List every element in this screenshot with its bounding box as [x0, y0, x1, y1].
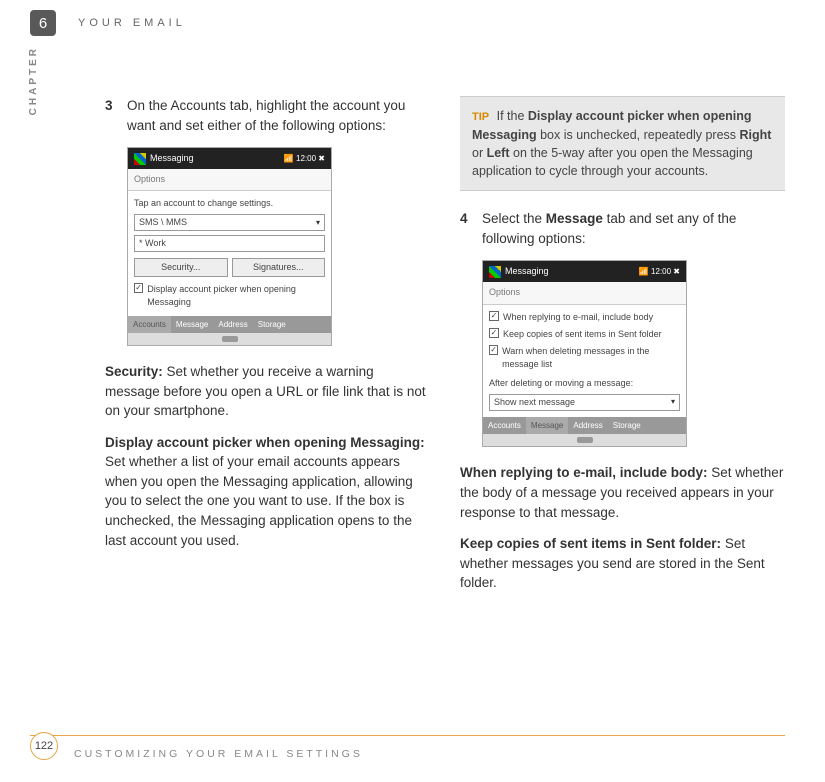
- chapter-vertical-label: CHAPTER: [28, 46, 39, 115]
- mock-bottom-bar: [483, 434, 686, 446]
- mock-after-label: After deleting or moving a message:: [489, 377, 680, 390]
- mock-title: Messaging: [505, 265, 549, 278]
- mock-bottom-bar: [128, 333, 331, 345]
- mock-titlebar: Messaging 📶 12:00 ✖: [483, 261, 686, 282]
- step-body: On the Accounts tab, highlight the accou…: [127, 96, 430, 135]
- mock-signatures-button: Signatures...: [232, 258, 326, 277]
- mock-account-2-row: * Work: [134, 235, 325, 252]
- step4-pre: Select the: [482, 211, 546, 226]
- display-picker-text: Set whether a list of your email account…: [105, 454, 413, 547]
- mock-tab-accounts: Accounts: [483, 417, 526, 435]
- mock-checkbox: ✓: [489, 328, 499, 338]
- mock-account-1: SMS \ MMS: [139, 216, 187, 229]
- mock-tab-address: Address: [568, 417, 607, 435]
- display-picker-paragraph: Display account picker when opening Mess…: [105, 433, 430, 550]
- mock-select-value: Show next message: [494, 396, 575, 409]
- reply-label: When replying to e-mail, include body:: [460, 465, 708, 480]
- dropdown-arrow-icon: ▾: [316, 217, 320, 229]
- content-area: 3 On the Accounts tab, highlight the acc…: [105, 96, 785, 702]
- mock-options-label: Options: [483, 282, 686, 304]
- step-body: Select the Message tab and set any of th…: [482, 209, 785, 248]
- keep-copies-label: Keep copies of sent items in Sent folder…: [460, 536, 721, 551]
- screenshot-message-options: Messaging 📶 12:00 ✖ Options ✓ When replyi…: [482, 260, 687, 447]
- mock-tab-message: Message: [526, 417, 568, 435]
- mock-tab-accounts: Accounts: [128, 316, 171, 334]
- screenshot-accounts-options: Messaging 📶 12:00 ✖ Options Tap an accou…: [127, 147, 332, 346]
- page-header: 6 YOUR EMAIL: [0, 8, 825, 38]
- mock-title: Messaging: [150, 152, 194, 165]
- step-4: 4 Select the Message tab and set any of …: [460, 209, 785, 248]
- security-paragraph: Security: Set whether you receive a warn…: [105, 362, 430, 421]
- keep-copies-paragraph: Keep copies of sent items in Sent folder…: [460, 534, 785, 593]
- mock-chk2: Keep copies of sent items in Sent folder: [503, 328, 662, 341]
- mock-status-icons: 📶 12:00 ✖: [639, 266, 680, 278]
- tip-mid-2: or: [472, 146, 487, 160]
- mock-tab-storage: Storage: [608, 417, 646, 435]
- windows-logo-icon: [489, 266, 501, 278]
- reply-paragraph: When replying to e-mail, include body: S…: [460, 463, 785, 522]
- mock-security-button: Security...: [134, 258, 228, 277]
- mock-checkbox: ✓: [134, 283, 143, 293]
- tip-post: on the 5-way after you open the Messagin…: [472, 146, 753, 178]
- tip-text-pre: If the: [493, 109, 528, 123]
- display-picker-label: Display account picker when opening Mess…: [105, 435, 425, 450]
- header-title: YOUR EMAIL: [78, 17, 186, 29]
- mock-after-select: Show next message ▾: [489, 394, 680, 411]
- mock-checkbox: ✓: [489, 345, 498, 355]
- windows-logo-icon: [134, 153, 146, 165]
- right-column: TIP If the Display account picker when o…: [460, 96, 785, 702]
- dropdown-arrow-icon: ▾: [671, 396, 675, 408]
- mock-instruction: Tap an account to change settings.: [134, 197, 325, 210]
- mock-tab-address: Address: [213, 316, 252, 334]
- footer-title: CUSTOMIZING YOUR EMAIL SETTINGS: [74, 748, 363, 760]
- step4-bold: Message: [546, 211, 603, 226]
- page-number: 122: [30, 732, 58, 760]
- tip-bold-3: Left: [487, 146, 510, 160]
- step-3: 3 On the Accounts tab, highlight the acc…: [105, 96, 430, 135]
- left-column: 3 On the Accounts tab, highlight the acc…: [105, 96, 430, 702]
- step-number: 3: [105, 96, 115, 135]
- mock-account-select: SMS \ MMS ▾: [134, 214, 325, 231]
- mock-chk1: When replying to e-mail, include body: [503, 311, 653, 324]
- mock-options-label: Options: [128, 169, 331, 191]
- security-label: Security:: [105, 364, 163, 379]
- mock-tab-storage: Storage: [253, 316, 291, 334]
- step-number: 4: [460, 209, 470, 248]
- mock-account-2: * Work: [139, 237, 166, 250]
- tip-box: TIP If the Display account picker when o…: [460, 96, 785, 191]
- mock-chk3: Warn when deleting messages in the messa…: [502, 345, 680, 371]
- mock-tab-message: Message: [171, 316, 213, 334]
- tip-bold-2: Right: [740, 128, 772, 142]
- tip-mid-1: box is unchecked, repeatedly press: [537, 128, 740, 142]
- mock-status-icons: 📶 12:00 ✖: [284, 153, 325, 165]
- mock-titlebar: Messaging 📶 12:00 ✖: [128, 148, 331, 169]
- chapter-number-badge: 6: [30, 10, 56, 36]
- tip-label: TIP: [472, 111, 489, 123]
- mock-checkbox-label: Display account picker when opening Mess…: [147, 283, 325, 309]
- mock-checkbox: ✓: [489, 311, 499, 321]
- page-footer: 122 CUSTOMIZING YOUR EMAIL SETTINGS: [30, 735, 785, 764]
